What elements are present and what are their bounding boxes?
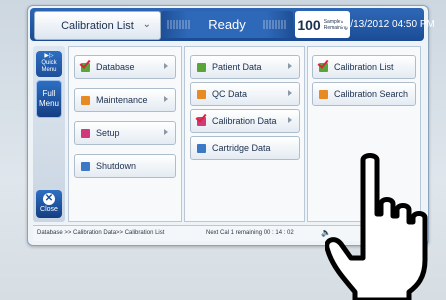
search-number-icon [319, 89, 328, 99]
dropdown-label: Calibration List [61, 19, 134, 32]
arrow-right-icon [164, 129, 168, 135]
menu-qc-label: QC Data [212, 89, 248, 99]
breadcrumb: Database >> Calibration Data>> Calibrati… [37, 230, 165, 236]
datetime: 08/13/2012 04:50 PM [339, 19, 435, 30]
menu-column-2: Patient Data QC Data Calibration Data Ca… [184, 46, 305, 222]
chevron-down-icon: ⌄ [142, 19, 151, 30]
menu-column-1: Database Maintenance Setup Shutdown [68, 46, 182, 222]
status-text: Ready [208, 17, 246, 32]
calibration-list-dropdown[interactable]: Calibration List ⌄ [34, 11, 161, 40]
close-label: Close [40, 206, 58, 213]
hand-pointer-icon [325, 153, 428, 300]
menu-setup[interactable]: Setup [74, 121, 176, 145]
full-menu-button[interactable]: Full Menu [36, 80, 62, 118]
qc-number-icon [197, 89, 206, 99]
calibration-check-icon [197, 116, 206, 126]
menu-maintenance-label: Maintenance [96, 95, 148, 105]
arrow-right-icon [288, 117, 292, 123]
arrow-right-icon [288, 90, 292, 96]
full-menu-label-1: Full [42, 89, 56, 98]
quick-menu-button[interactable]: ▶▷ Quick Menu [36, 51, 62, 77]
menu-database-label: Database [96, 62, 135, 72]
menu-calibration-search-label: Calibration Search [334, 89, 409, 99]
menu-calibration-label: Calibration Data [212, 116, 277, 126]
menu-maintenance[interactable]: Maintenance [74, 88, 176, 112]
close-icon: ✕ [43, 193, 55, 205]
close-button[interactable]: ✕ Close [36, 190, 62, 218]
cartridge-number-icon [197, 143, 206, 153]
quick-menu-label-1: Quick [41, 60, 57, 66]
calibration-list-check-icon [319, 62, 328, 72]
menu-calibration-list-label: Calibration List [334, 62, 394, 72]
status-ready: Ready [161, 11, 293, 38]
next-cal-timer: Next Cal 1 remaining 00 : 14 : 02 [206, 230, 294, 236]
arrow-right-icon [288, 63, 292, 69]
database-check-icon [81, 62, 90, 72]
menu-cartridge-data[interactable]: Cartridge Data [190, 136, 300, 160]
setup-number-icon [81, 128, 90, 138]
menu-patient-data[interactable]: Patient Data [190, 55, 300, 79]
maintenance-number-icon [81, 95, 90, 105]
menu-calibration-search[interactable]: Calibration Search [312, 82, 416, 106]
menu-patient-label: Patient Data [212, 62, 262, 72]
patient-number-icon [197, 62, 206, 72]
menu-calibration-data[interactable]: Calibration Data [190, 109, 300, 133]
full-menu-label-2: Menu [38, 99, 59, 108]
decor-dots-right [263, 20, 287, 29]
shutdown-number-icon [81, 161, 90, 171]
menu-database[interactable]: Database [74, 55, 176, 79]
play-icon: ▶▷ [44, 53, 54, 59]
menu-qc-data[interactable]: QC Data [190, 82, 300, 106]
menu-calibration-list[interactable]: Calibration List [312, 55, 416, 79]
decor-dots-left [167, 20, 191, 29]
menu-setup-label: Setup [96, 128, 120, 138]
quick-menu-label-2: Menu [41, 67, 57, 73]
menu-shutdown[interactable]: Shutdown [74, 154, 176, 178]
arrow-right-icon [164, 96, 168, 102]
menu-shutdown-label: Shutdown [96, 161, 137, 171]
samples-count: 100 [297, 16, 321, 33]
arrow-right-icon [164, 63, 168, 69]
menu-cartridge-label: Cartridge Data [212, 143, 271, 153]
